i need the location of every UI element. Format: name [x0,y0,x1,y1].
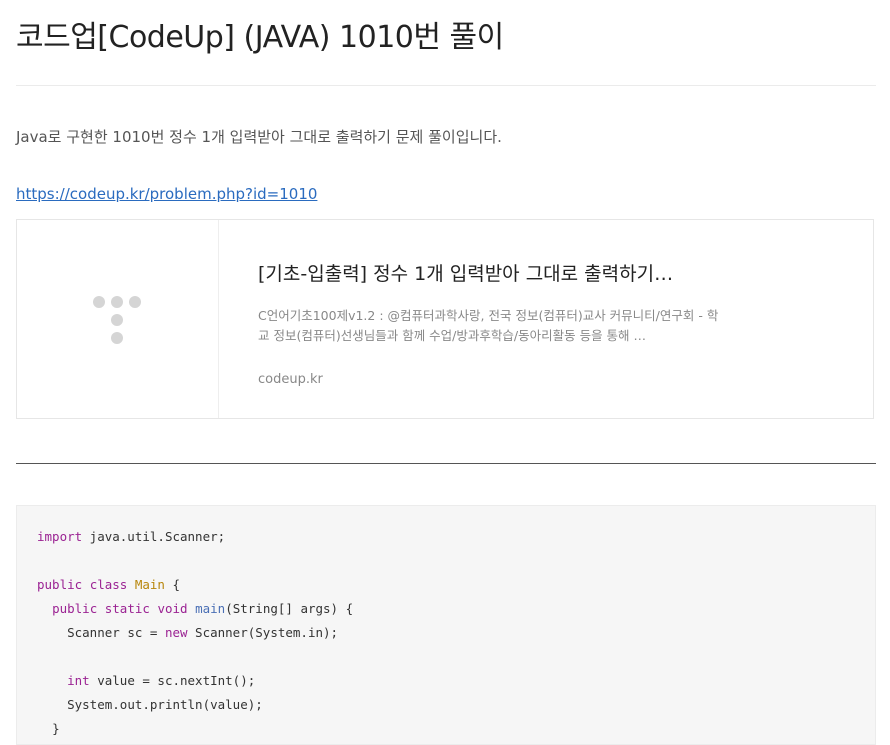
preview-domain: codeup.kr [258,372,323,387]
placeholder-dots-icon [93,296,141,344]
function-name: main [195,601,226,616]
preview-thumbnail [17,220,219,418]
code-content: import java.util.Scanner; public class M… [17,506,875,741]
code-line-7: int value = sc.nextInt(); [67,673,255,688]
post-title: 코드업[CodeUp] (JAVA) 1010번 풀이 [16,20,504,55]
code-line-3: public class Main { [37,577,180,592]
code-text: (String[] args) { [225,601,354,616]
preview-title[interactable]: [기초-입출력] 정수 1개 입력받아 그대로 출력하기… [258,260,728,288]
code-text: Scanner sc = [67,625,165,640]
keyword: int [67,673,90,688]
problem-link[interactable]: https://codeup.kr/problem.php?id=1010 [16,185,317,203]
keyword: import [37,529,83,544]
code-line-9: } [52,721,60,736]
code-line-1: import java.util.Scanner; [37,529,225,544]
code-text: java.util.Scanner; [82,529,226,544]
preview-body: [기초-입출력] 정수 1개 입력받아 그대로 출력하기… C언어기초100제v… [258,260,728,387]
code-text: { [164,577,181,592]
code-line-5: Scanner sc = new Scanner(System.in); [67,625,338,640]
code-block: import java.util.Scanner; public class M… [16,505,876,745]
keyword: static [104,601,150,616]
link-preview-card[interactable]: [기초-입출력] 정수 1개 입력받아 그대로 출력하기… C언어기초100제v… [16,219,874,419]
section-divider [16,463,876,464]
title-divider [16,85,876,86]
code-line-8: System.out.println(value); [67,697,263,712]
keyword: public [37,577,83,592]
keyword: void [157,601,188,616]
keyword: public [52,601,98,616]
post-intro: Java로 구현한 1010번 정수 1개 입력받아 그대로 출력하기 문제 풀… [16,128,502,146]
preview-description: C언어기초100제v1.2 : @컴퓨터과학사랑, 전국 정보(컴퓨터)교사 커… [258,308,719,343]
keyword: new [164,625,188,640]
code-text: value = sc.nextInt(); [89,673,256,688]
code-line-4: public static void main(String[] args) { [52,601,353,616]
type-name: Main [134,577,165,592]
keyword: class [89,577,128,592]
code-text: Scanner(System.in); [187,625,339,640]
